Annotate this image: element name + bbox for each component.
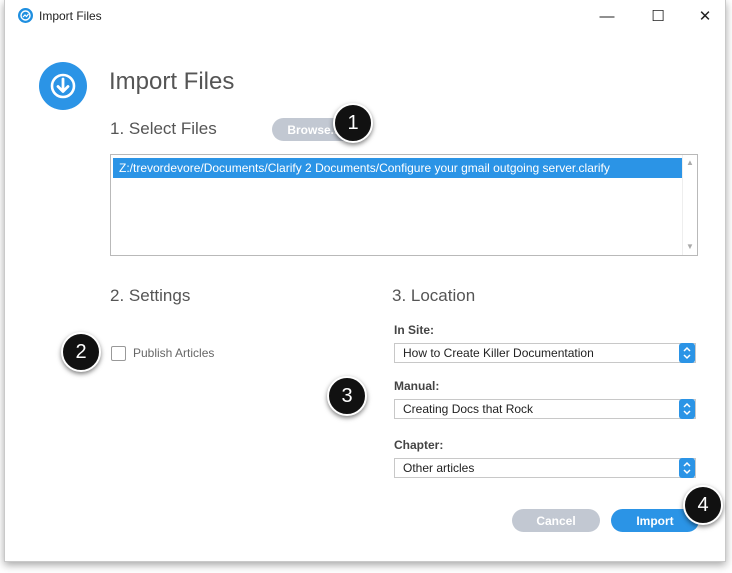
callout-badge: 3 <box>327 376 367 416</box>
chapter-select-value: Other articles <box>403 461 475 475</box>
close-button[interactable]: ✕ <box>682 0 728 32</box>
location-heading: 3. Location <box>392 286 476 305</box>
window-title: Import Files <box>39 9 102 23</box>
download-circle-icon <box>39 62 87 110</box>
site-select-value: How to Create Killer Documentation <box>403 346 594 360</box>
chapter-label: Chapter: <box>394 438 444 452</box>
publish-articles-label[interactable]: Publish Articles <box>133 346 214 360</box>
select-files-heading: 1. Select Files <box>110 119 217 138</box>
page-title: Import Files <box>109 68 235 95</box>
callout-badge: 2 <box>61 332 101 372</box>
title-bar: Import Files — ☐ ✕ <box>5 0 725 32</box>
settings-heading: 2. Settings <box>110 286 191 305</box>
site-select[interactable]: How to Create Killer Documentation <box>394 343 696 363</box>
file-list[interactable]: Z:/trevordevore/Documents/Clarify 2 Docu… <box>110 154 698 256</box>
callout-badge: 4 <box>683 485 723 525</box>
file-list-scrollbar[interactable]: ▲ ▼ <box>682 155 697 255</box>
manual-label: Manual: <box>394 379 440 393</box>
site-label: In Site: <box>394 323 435 337</box>
scroll-up-icon[interactable]: ▲ <box>685 158 695 168</box>
select-arrows-icon[interactable] <box>679 458 695 478</box>
maximize-button[interactable]: ☐ <box>635 0 681 32</box>
manual-select-value: Creating Docs that Rock <box>403 402 534 416</box>
select-arrows-icon[interactable] <box>679 399 695 419</box>
callout-badge: 1 <box>333 103 373 143</box>
scroll-down-icon[interactable]: ▼ <box>685 242 695 252</box>
manual-select[interactable]: Creating Docs that Rock <box>394 399 696 419</box>
chapter-select[interactable]: Other articles <box>394 458 696 478</box>
minimize-button[interactable]: — <box>584 0 630 32</box>
app-icon <box>18 8 33 23</box>
publish-articles-checkbox[interactable] <box>111 346 126 361</box>
file-list-item[interactable]: Z:/trevordevore/Documents/Clarify 2 Docu… <box>113 158 682 178</box>
select-arrows-icon[interactable] <box>679 343 695 363</box>
cancel-button[interactable]: Cancel <box>512 509 600 532</box>
import-files-window: Import Files — ☐ ✕ Import Files 1. Selec… <box>4 0 726 562</box>
